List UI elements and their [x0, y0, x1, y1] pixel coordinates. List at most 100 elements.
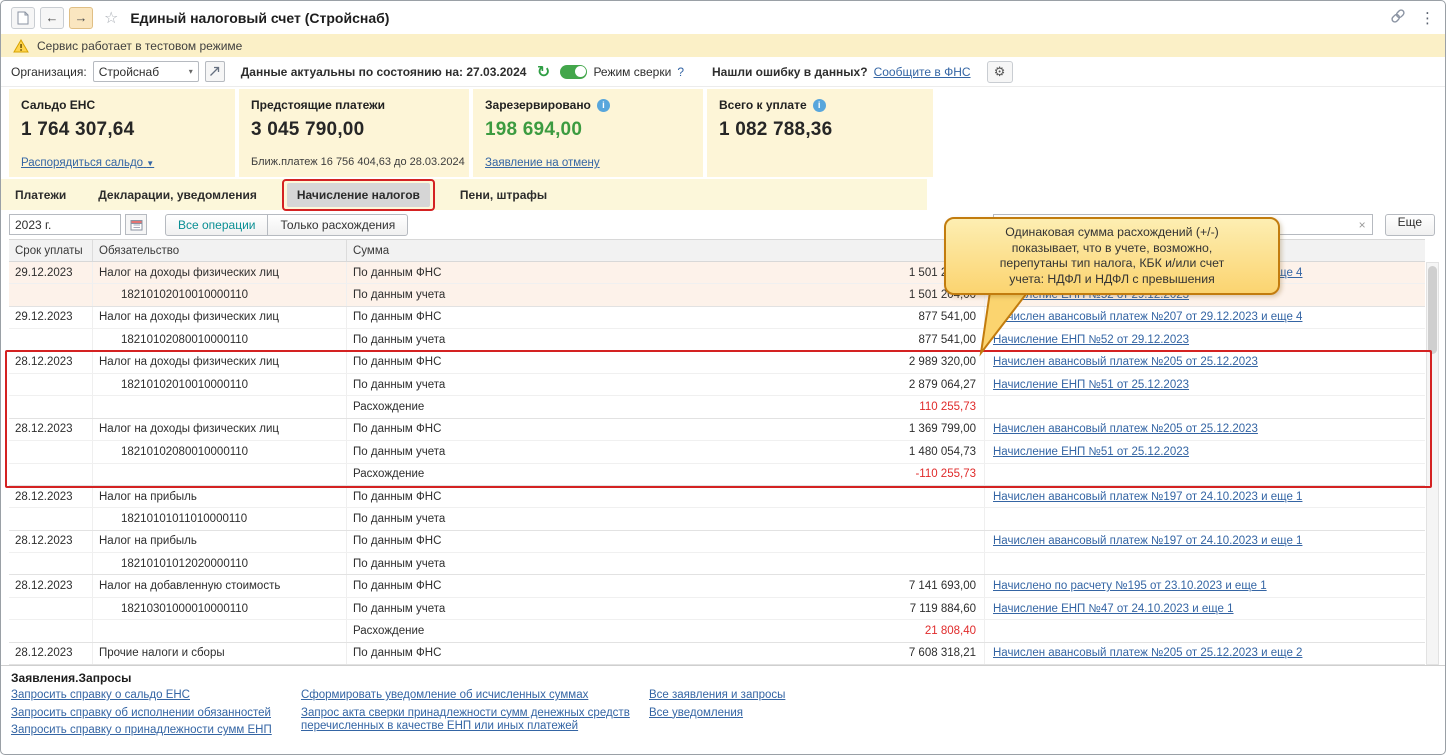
settings-button[interactable]: ⚙	[986, 60, 1013, 83]
due-date-cell	[9, 463, 93, 485]
callout-text: Одинаковая сумма расхождений (+/-) показ…	[999, 225, 1225, 286]
table-row[interactable]: 18210102080010000110 По данным учета 877 5…	[9, 329, 1425, 352]
help-question-link[interactable]: ?	[677, 65, 684, 79]
table-row[interactable]: 28.12.2023 Прочие налоги и сборы По данным…	[9, 642, 1425, 666]
forward-button[interactable]: →	[69, 6, 93, 29]
table-row[interactable]: Расхождение 110 255,73	[9, 396, 1425, 419]
info-icon[interactable]: i	[596, 98, 610, 112]
footer-link[interactable]: Запросить справку о принадлежности сумм …	[11, 724, 293, 738]
back-button[interactable]: ←	[40, 6, 64, 29]
amount-cell: По данным ФНС	[347, 485, 985, 508]
amount-value: -110 255,73	[915, 468, 976, 481]
all-operations-button[interactable]: Все операции	[165, 213, 269, 236]
table-row[interactable]: 28.12.2023 Налог на доходы физических лиц…	[9, 351, 1425, 374]
amount-cell: По данным ФНС 1 369 799,00	[347, 418, 985, 441]
title-bar: ← → ☆ Единый налоговый счет (Стройснаб) …	[1, 1, 1445, 34]
documents-cell: Начислено по расчету №195 от 23.10.2023 …	[985, 575, 1425, 596]
footer-link[interactable]: Все заявления и запросы	[649, 689, 785, 703]
table-row[interactable]: 18210101012020000110 По данным учета	[9, 553, 1425, 576]
vertical-scrollbar[interactable]	[1426, 262, 1439, 665]
get-link-icon[interactable]	[1390, 8, 1406, 27]
due-date-cell	[9, 508, 93, 530]
documents-cell	[985, 553, 1425, 574]
requests-section: Заявления.Запросы Запросить справку о са…	[1, 665, 1445, 754]
document-link[interactable]: Начислен авансовый платеж №205 от 25.12.…	[993, 356, 1258, 368]
nearest-payment-note: Ближ.платеж 16 756 404,63 до 28.03.2024	[251, 156, 465, 168]
obligation-cell: Налог на доходы физических лиц	[93, 262, 347, 284]
documents-cell: Начислен авансовый платеж №205 от 25.12.…	[985, 419, 1425, 440]
dispose-balance-link[interactable]: Распорядиться сальдо ▼	[21, 157, 154, 169]
document-link[interactable]: Начисление ЕНП №51 от 25.12.2023	[993, 379, 1189, 391]
document-link[interactable]: Начислен авансовый платеж №205 от 25.12.…	[993, 647, 1302, 659]
info-icon[interactable]: i	[812, 98, 826, 112]
card-total-value: 1 082 788,36	[719, 119, 833, 140]
organization-select[interactable]: Стройснаб ▾	[92, 61, 199, 82]
footer-link[interactable]: Запрос акта сверки принадлежности сумм д…	[301, 707, 639, 734]
more-button[interactable]: Еще	[1384, 213, 1435, 236]
gear-icon: ⚙	[993, 63, 1006, 79]
column-sum[interactable]: Сумма	[347, 240, 985, 261]
refresh-button[interactable]: ↻	[532, 61, 554, 83]
organization-value: Стройснаб	[98, 64, 160, 79]
tab-payments[interactable]: Платежи	[13, 183, 68, 207]
column-due-date[interactable]: Срок уплаты	[9, 240, 93, 261]
table-row[interactable]: Расхождение 21 808,40	[9, 620, 1425, 643]
obligation-cell: Прочие налоги и сборы	[93, 642, 347, 665]
document-link[interactable]: Начисление ЕНП №47 от 24.10.2023 и еще 1	[993, 603, 1234, 615]
table-row[interactable]: Расхождение -110 255,73	[9, 463, 1425, 486]
form-icon-button[interactable]	[11, 6, 35, 29]
cancel-application-link[interactable]: Заявление на отмену	[485, 157, 600, 169]
document-link[interactable]: Начислен авансовый платеж №205 от 25.12.…	[993, 423, 1258, 435]
annotation-callout: Одинаковая сумма расхождений (+/-) показ…	[944, 217, 1280, 295]
due-date-cell: 28.12.2023	[9, 642, 93, 665]
table-row[interactable]: 18210102080010000110 По данным учета 1 480…	[9, 441, 1425, 464]
document-link[interactable]: Начислен авансовый платеж №197 от 24.10.…	[993, 491, 1302, 503]
due-date-cell: 28.12.2023	[9, 575, 93, 597]
calendar-button[interactable]	[125, 214, 147, 235]
data-source-label: Расхождение	[353, 401, 425, 414]
documents-cell	[985, 396, 1425, 417]
report-to-fns-link[interactable]: Сообщите в ФНС	[874, 65, 971, 79]
document-link[interactable]: Начислен авансовый платеж №207 от 29.12.…	[993, 311, 1302, 323]
table-row[interactable]: 28.12.2023 Налог на добавленную стоимость…	[9, 575, 1425, 598]
favorite-star-icon[interactable]: ☆	[104, 8, 118, 28]
table-row[interactable]: 28.12.2023 Налог на прибыль По данным ФНС Н…	[9, 485, 1425, 509]
reconciliation-toggle[interactable]	[560, 64, 588, 79]
card-reserved-value: 198 694,00	[485, 119, 583, 140]
tab-penalties[interactable]: Пени, штрафы	[458, 183, 549, 207]
card-total-title: Всего к уплате	[719, 98, 807, 112]
tab-tax-accrual[interactable]: Начисление налогов	[281, 178, 435, 211]
period-input[interactable]: 2023 г.	[9, 214, 121, 235]
actuality-date: 27.03.2024	[466, 64, 527, 79]
data-source-label: По данным учета	[353, 378, 446, 391]
documents-cell	[985, 620, 1425, 641]
column-obligation[interactable]: Обязательство	[93, 240, 347, 261]
footer-link[interactable]: Запросить справку об исполнении обязанно…	[11, 707, 293, 721]
reconciliation-label: Режим сверки	[593, 64, 672, 79]
clear-search-icon[interactable]: ×	[1359, 218, 1366, 232]
obligation-cell	[93, 463, 347, 485]
document-link[interactable]: Начислено по расчету №195 от 23.10.2023 …	[993, 580, 1267, 592]
data-source-label: По данным ФНС	[353, 535, 442, 548]
tab-declarations[interactable]: Декларации, уведомления	[96, 183, 259, 207]
document-link[interactable]: Начисление ЕНП №52 от 29.12.2023	[993, 334, 1189, 346]
only-differences-button[interactable]: Только расхождения	[267, 213, 409, 236]
table-row[interactable]: 29.12.2023 Налог на доходы физических лиц…	[9, 306, 1425, 330]
table-row[interactable]: 28.12.2023 Налог на доходы физических лиц…	[9, 418, 1425, 442]
footer-link[interactable]: Запросить справку о сальдо ЕНС	[11, 689, 293, 703]
footer-link[interactable]: Сформировать уведомление об исчисленных …	[301, 689, 639, 703]
document-link[interactable]: Начислен авансовый платеж №197 от 24.10.…	[993, 535, 1302, 547]
card-upcoming-title: Предстоящие платежи	[251, 98, 385, 112]
more-menu-icon[interactable]: ⋮	[1420, 9, 1435, 27]
document-link[interactable]: Начисление ЕНП №51 от 25.12.2023	[993, 446, 1189, 458]
operations-filter-group: Все операции Только расхождения	[165, 213, 409, 236]
open-organization-button[interactable]	[204, 61, 225, 82]
table-row[interactable]: 18210301000010000110 По данным учета 7 119…	[9, 597, 1425, 621]
table-row[interactable]: 18210102010010000110 По данным учета 2 879…	[9, 373, 1425, 397]
table-row[interactable]: 18210101011010000110 По данным учета	[9, 508, 1425, 531]
kbk-cell: 18210102010010000110	[93, 284, 347, 306]
table-row[interactable]: 28.12.2023 Налог на прибыль По данным ФНС Н…	[9, 530, 1425, 554]
app-window: ← → ☆ Единый налоговый счет (Стройснаб) …	[0, 0, 1446, 755]
scrollbar-thumb[interactable]	[1428, 266, 1437, 354]
footer-link[interactable]: Все уведомления	[649, 707, 785, 721]
